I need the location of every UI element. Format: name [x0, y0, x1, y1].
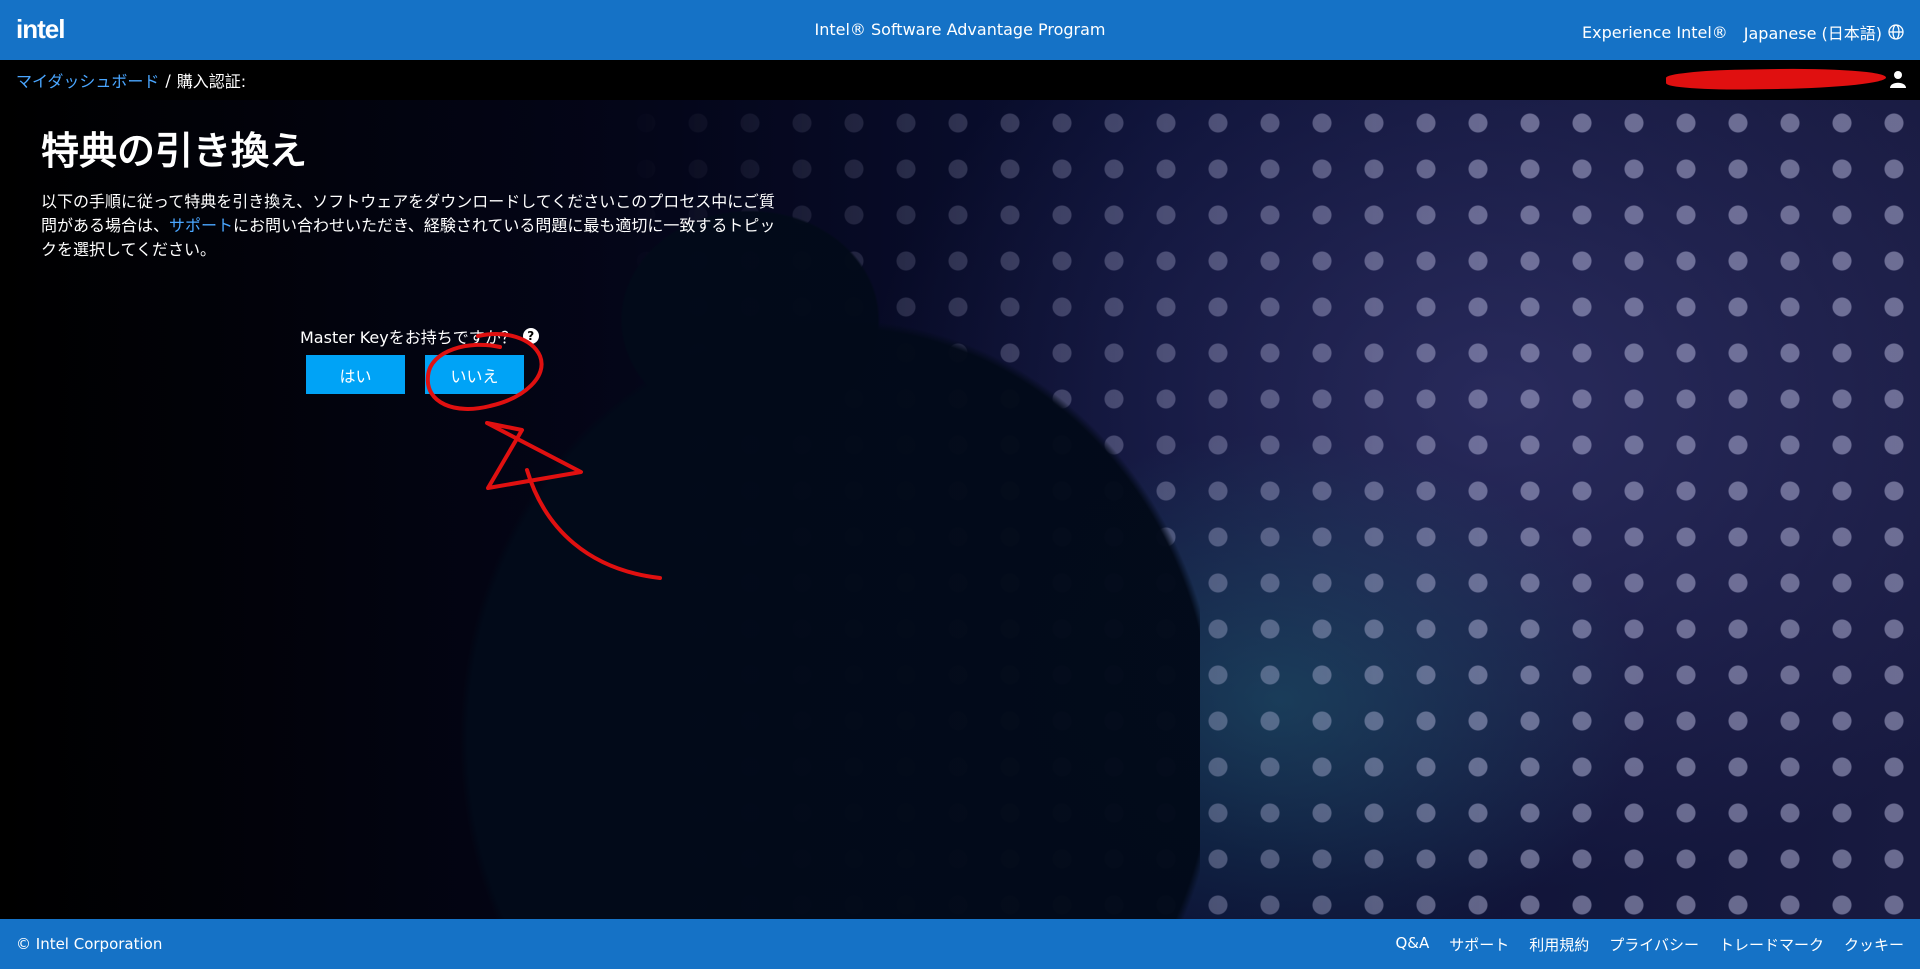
breadcrumb-dashboard-link[interactable]: マイダッシュボード: [16, 68, 159, 92]
footer-link-privacy[interactable]: プライバシー: [1609, 934, 1699, 955]
breadcrumb-separator: /: [165, 70, 171, 90]
footer-link-support[interactable]: サポート: [1449, 934, 1509, 955]
top-navigation-bar: intel Intel® Software Advantage Program …: [0, 0, 1920, 60]
header-right-links: Experience Intel® Japanese (日本語): [1582, 20, 1904, 44]
breadcrumb-current: 購入認証:: [176, 72, 247, 91]
master-key-label: Master Keyをお持ちですか？: [300, 328, 517, 347]
yes-button[interactable]: はい: [306, 355, 405, 394]
hero-section: 特典の引き換え 以下の手順に従って特典を引き換え、ソフトウェアをダウンロードして…: [0, 100, 1920, 919]
language-selector[interactable]: Japanese (日本語): [1744, 20, 1904, 44]
redacted-username: [1665, 67, 1887, 91]
experience-intel-link[interactable]: Experience Intel®: [1582, 23, 1728, 42]
page-title: 特典の引き換え: [41, 129, 308, 173]
no-button[interactable]: いいえ: [425, 355, 524, 394]
footer-links: Q&A サポート 利用規約 プライバシー トレードマーク クッキー: [1395, 934, 1904, 955]
help-icon[interactable]: ?: [522, 328, 539, 344]
copyright-text: © Intel Corporation: [16, 935, 163, 953]
background-person-silhouette: [420, 180, 1200, 919]
footer-link-qa[interactable]: Q&A: [1395, 934, 1429, 955]
language-label: Japanese (日本語): [1743, 24, 1882, 43]
page-description: 以下の手順に従って特典を引き換え、ソフトウェアをダウンロードしてくださいこのプロ…: [41, 190, 781, 262]
globe-icon: [1888, 24, 1904, 40]
footer-link-terms[interactable]: 利用規約: [1529, 934, 1589, 955]
footer-link-trademarks[interactable]: トレードマーク: [1719, 934, 1824, 955]
support-link[interactable]: サポート: [169, 216, 233, 235]
footer: © Intel Corporation Q&A サポート 利用規約 プライバシー…: [0, 919, 1920, 969]
master-key-question: Master Keyをお持ちですか？ ?: [300, 324, 539, 348]
breadcrumb: マイダッシュボード / 購入認証:: [0, 60, 1920, 100]
footer-link-cookies[interactable]: クッキー: [1844, 934, 1904, 955]
user-icon[interactable]: [1890, 70, 1906, 92]
